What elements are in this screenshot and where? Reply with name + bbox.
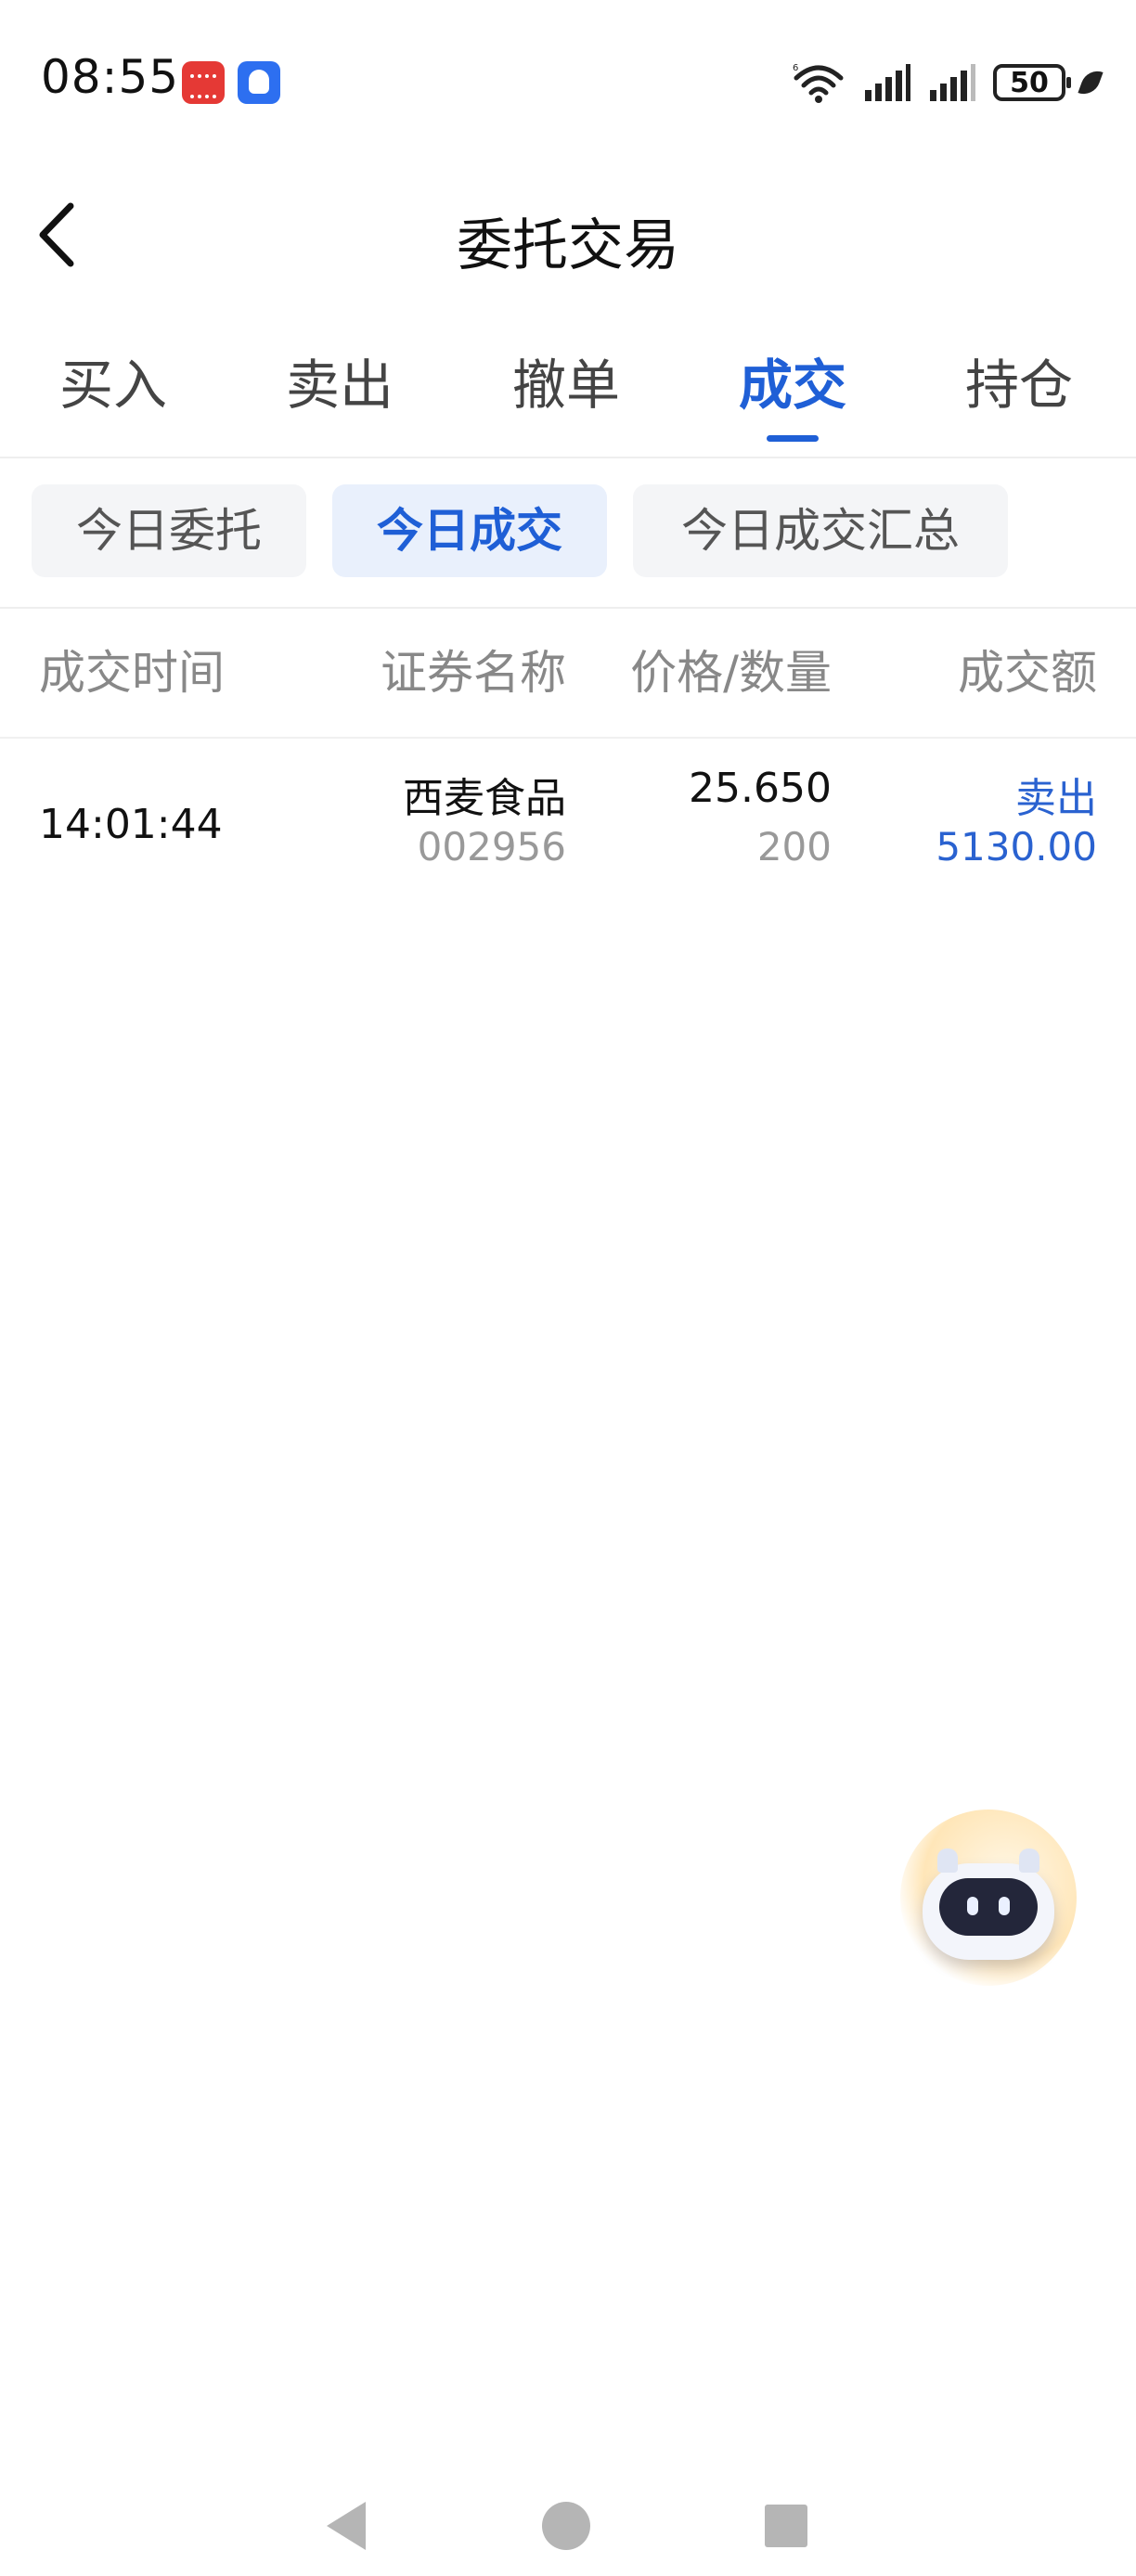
subtab-today-trades[interactable]: 今日成交 (332, 484, 607, 577)
page-title: 委托交易 (457, 213, 679, 278)
trade-direction: 卖出 (1015, 775, 1097, 822)
triangle-back-icon[interactable] (327, 2502, 366, 2550)
status-bar: 08:55 6 50 (0, 0, 1136, 167)
trade-quantity: 200 (756, 824, 832, 869)
robot-assistant-button[interactable] (900, 1810, 1077, 1986)
trade-amount: 5130.00 (936, 824, 1097, 869)
signal-icon-2 (930, 64, 975, 101)
system-icons: 6 50 (791, 58, 1104, 108)
svg-text:6: 6 (793, 63, 798, 73)
security-name: 西麦食品 (403, 775, 566, 822)
security-code: 002956 (417, 824, 566, 869)
amount-cell: 卖出 5130.00 (856, 739, 1097, 911)
wifi-icon: 6 (793, 63, 844, 103)
column-header-time: 成交时间 (39, 646, 225, 700)
circle-home-icon[interactable] (542, 2502, 590, 2550)
price-quantity-cell: 25.650 200 (590, 739, 832, 911)
robot-assistant-icon (923, 1848, 1054, 1960)
signal-icon-1 (865, 64, 910, 101)
robot-ear-right (1019, 1848, 1039, 1873)
column-header-price-quantity: 价格/数量 (630, 646, 832, 700)
robot-eye-right (999, 1897, 1010, 1915)
sub-tabs: 今日委托 今日成交 今日成交汇总 (0, 458, 1136, 609)
tab-cancel-order[interactable]: 撤单 (473, 334, 659, 436)
page-header: 委托交易 (0, 167, 1136, 325)
subtab-today-trades-summary[interactable]: 今日成交汇总 (633, 484, 1008, 577)
stock-app-notification-icon (182, 61, 225, 104)
column-header-amount: 成交额 (958, 646, 1097, 700)
security-cell: 西麦食品 002956 (288, 739, 566, 911)
column-header-security-name: 证券名称 (381, 646, 566, 700)
system-navigation-bar (0, 2468, 1136, 2576)
table-row[interactable]: 14:01:44 西麦食品 002956 25.650 200 卖出 5130.… (0, 739, 1136, 911)
robot-face (939, 1878, 1038, 1936)
tab-sell[interactable]: 卖出 (247, 334, 432, 436)
tab-positions[interactable]: 持仓 (926, 334, 1112, 436)
battery-icon: 50 (993, 64, 1071, 101)
tab-buy[interactable]: 买入 (20, 334, 206, 436)
robot-eye-left (967, 1897, 978, 1915)
trade-price: 25.650 (689, 765, 832, 812)
subtab-today-orders[interactable]: 今日委托 (32, 484, 306, 577)
tab-trades[interactable]: 成交 (700, 334, 885, 442)
robot-ear-left (937, 1848, 958, 1873)
status-time: 08:55 (41, 50, 180, 104)
security-app-notification-icon (238, 61, 280, 104)
square-recents-icon[interactable] (765, 2505, 807, 2547)
table-header: 成交时间 证券名称 价格/数量 成交额 (0, 609, 1136, 739)
power-saving-leaf-icon (1078, 66, 1104, 99)
trade-time: 14:01:44 (39, 801, 223, 848)
main-tabs: 买入 卖出 撤单 成交 持仓 (0, 316, 1136, 458)
